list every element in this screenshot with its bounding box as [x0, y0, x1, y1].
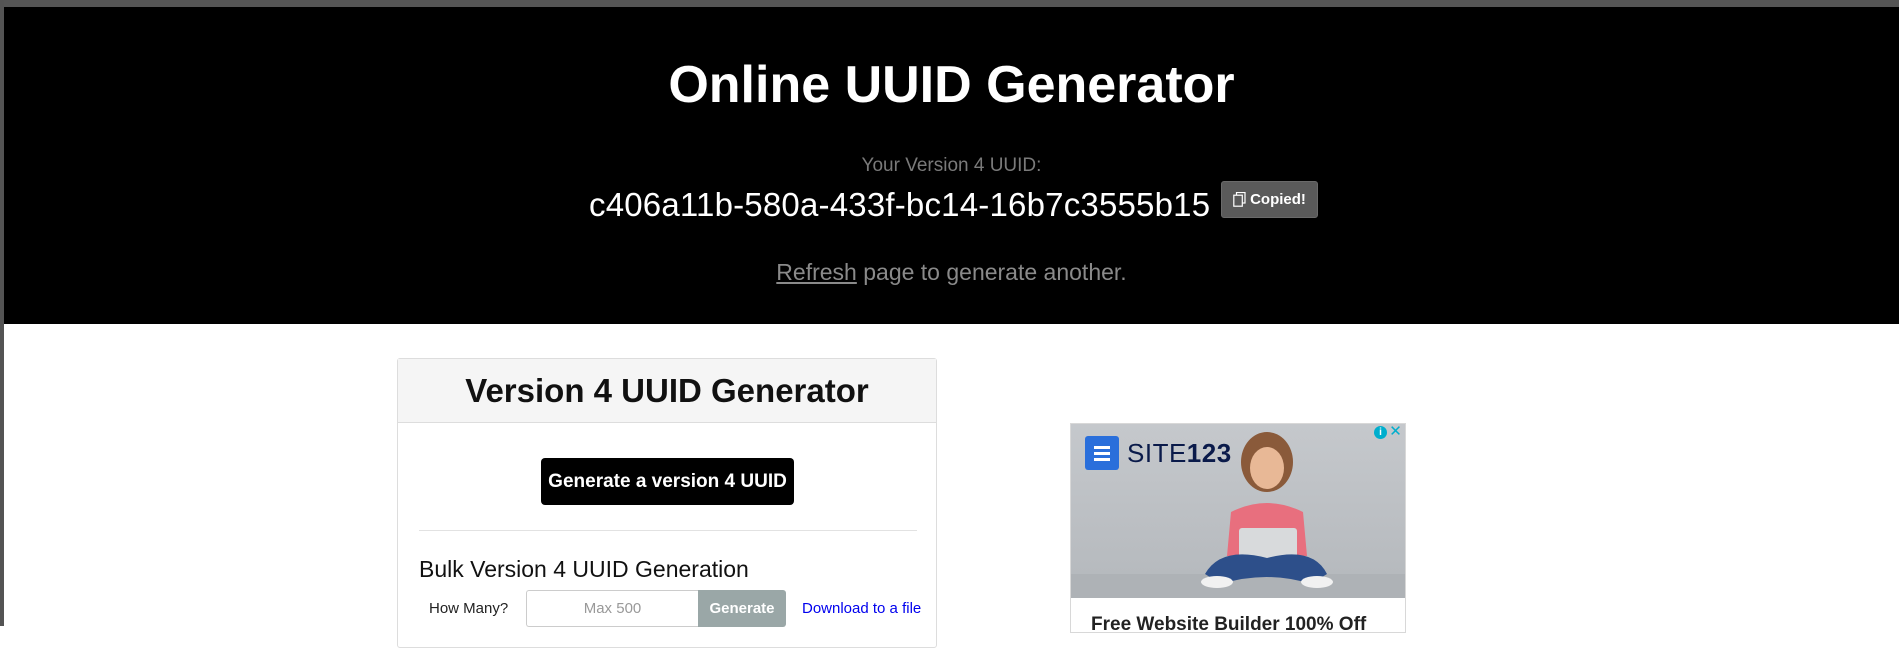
divider — [419, 530, 917, 531]
page-title: Online UUID Generator — [668, 56, 1235, 114]
site123-logo-icon — [1085, 436, 1119, 470]
bulk-generate-button[interactable]: Generate — [698, 590, 786, 627]
card-header: Version 4 UUID Generator — [398, 359, 936, 423]
uuid-value[interactable]: c406a11b-580a-433f-bc14-16b7c3555b15 — [589, 179, 1210, 231]
hero-banner: Online UUID Generator Your Version 4 UUI… — [4, 7, 1899, 324]
copy-button-label: Copied! — [1250, 191, 1306, 208]
ad-headline[interactable]: Free Website Builder 100% Off — [1091, 614, 1366, 632]
bulk-generation-form: How Many? Generate Download to a file — [429, 590, 921, 627]
refresh-hint-text: page to generate another. — [856, 259, 1127, 285]
bulk-generation-title: Bulk Version 4 UUID Generation — [419, 556, 749, 582]
ad-image[interactable]: SITE123 — [1071, 424, 1405, 598]
card-title: Version 4 UUID Generator — [465, 371, 869, 409]
generate-uuid-button[interactable]: Generate a version 4 UUID — [541, 458, 794, 505]
advertisement[interactable]: SITE123 i ✕ Free Website Builder 100% Of… — [1070, 423, 1406, 633]
how-many-label: How Many? — [429, 600, 509, 617]
uuid-count-input[interactable] — [526, 590, 698, 627]
ad-person-illustration — [1071, 432, 1405, 598]
ad-close-icon[interactable]: ✕ — [1388, 424, 1403, 440]
site123-logo-text: SITE123 — [1127, 438, 1232, 468]
ad-info-icon[interactable]: i — [1374, 426, 1387, 439]
uuid-label: Your Version 4 UUID: — [861, 155, 1042, 176]
browser-top-strip — [0, 0, 1899, 7]
version4-generator-card: Version 4 UUID Generator Generate a vers… — [397, 358, 937, 648]
clipboard-icon — [1233, 192, 1246, 207]
refresh-hint: Refresh page to generate another. — [4, 257, 1899, 287]
download-to-file-link[interactable]: Download to a file — [802, 600, 921, 617]
refresh-link[interactable]: Refresh — [776, 259, 857, 285]
copy-button[interactable]: Copied! — [1221, 181, 1318, 218]
